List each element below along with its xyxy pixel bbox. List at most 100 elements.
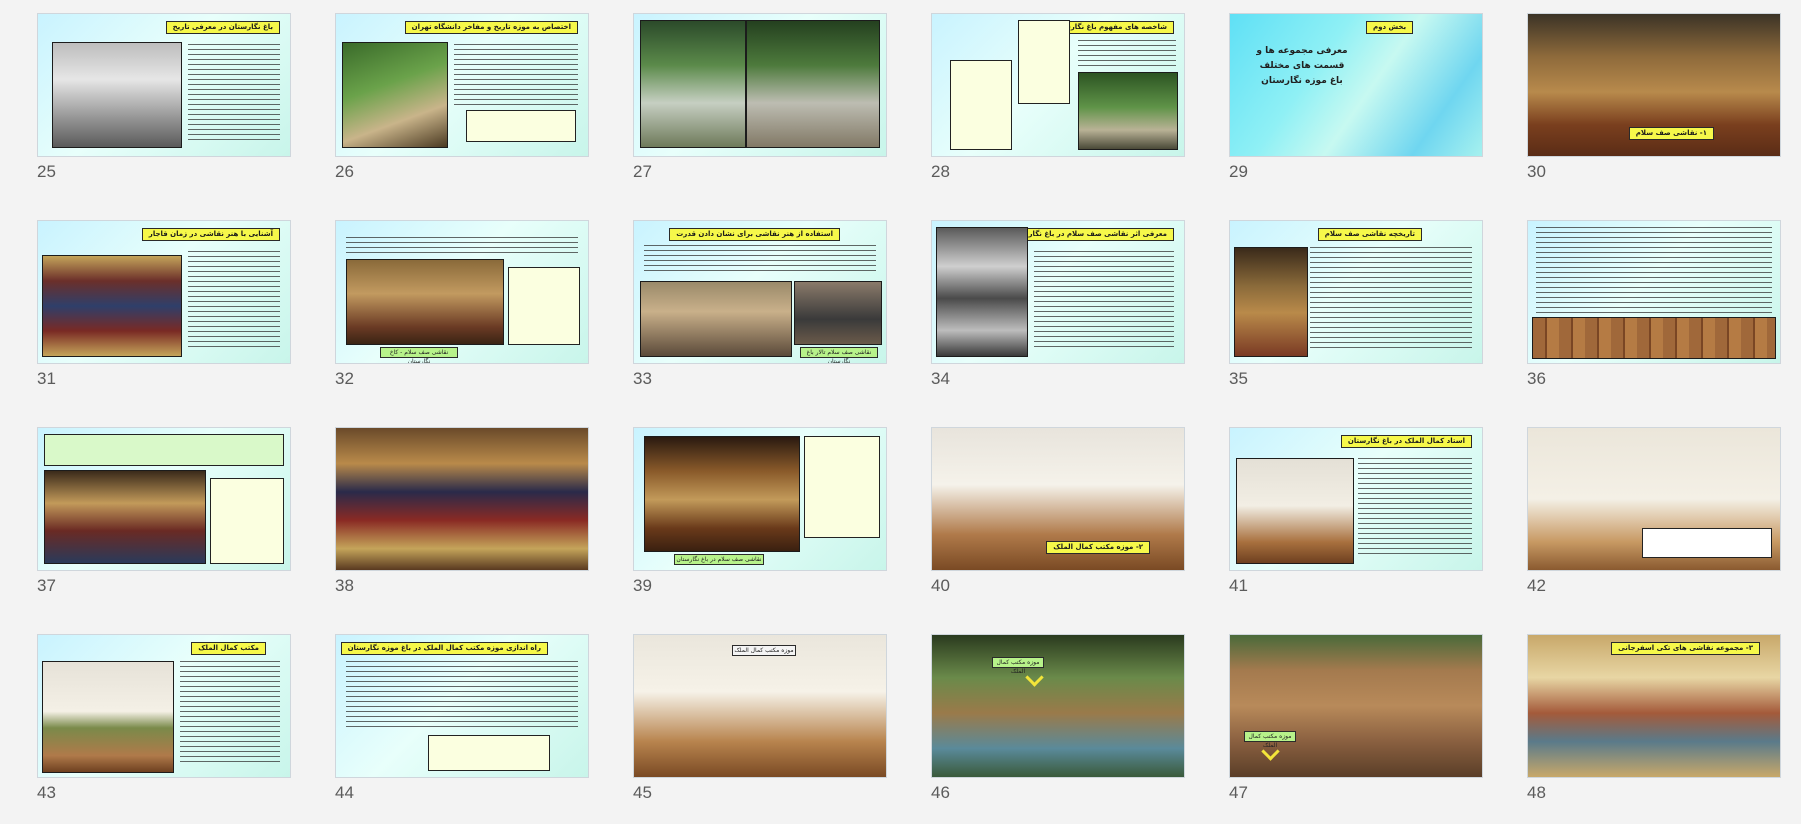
fountain-photo (746, 20, 880, 148)
image-caption: نقاشی صف سلام - کاخ نگارستان (380, 347, 458, 363)
slide-text (1358, 458, 1472, 558)
section-badge: ۱- نقاشی صف سلام (1628, 127, 1714, 140)
slide-41[interactable]: استاد کمال الملک در باغ نگارستان 41 (1229, 427, 1483, 617)
slide-title: راه اندازی موزه مکتب کمال الملک در باغ م… (340, 642, 548, 655)
gallery-photo (42, 661, 174, 773)
slide-title: ۳- مجموعه نقاشی های تکی اسفرجانی (1611, 642, 1760, 655)
slide-number: 43 (37, 783, 56, 802)
slide-title: آشنایی با هنر نقاشی در زمان قاجار (141, 228, 280, 241)
hall-photo (644, 436, 800, 552)
slide-thumbnail[interactable]: مکتب کمال الملک (37, 634, 291, 778)
slide-44[interactable]: راه اندازی موزه مکتب کمال الملک در باغ م… (335, 634, 589, 824)
slide-29[interactable]: بخش دوم معرفی مجموعه ها و قسمت های مختلف… (1229, 13, 1483, 203)
slide-text (1310, 247, 1472, 351)
slide-33[interactable]: استفاده از هنر نقاشی برای نشان دادن قدرت… (633, 220, 887, 410)
section-badge: ۲- موزه مکتب کمال الملک (1046, 541, 1150, 554)
slide-32[interactable]: نقاشی صف سلام - کاخ نگارستان 32 (335, 220, 589, 410)
slide-number: 42 (1527, 576, 1546, 595)
slide-thumbnail[interactable] (1527, 220, 1781, 364)
slide-48[interactable]: ۳- مجموعه نقاشی های تکی اسفرجانی 48 (1527, 634, 1781, 824)
painting-photo (42, 255, 182, 357)
slide-thumbnail[interactable]: موزه مکتب کمال الملک (633, 634, 887, 778)
slide-thumbnail[interactable]: ۳- مجموعه نقاشی های تکی اسفرجانی (1527, 634, 1781, 778)
hall-photo (1234, 247, 1308, 357)
slide-title: معرفی اثر نقاشی صف سلام در باغ نگارستان (1003, 228, 1174, 241)
slide-27[interactable]: 27 (633, 13, 887, 203)
slide-thumbnail[interactable]: ۲- موزه مکتب کمال الملک (931, 427, 1185, 571)
slide-number: 47 (1229, 783, 1248, 802)
slide-number: 40 (931, 576, 950, 595)
note-box (44, 434, 284, 466)
garden-photo (1078, 72, 1178, 150)
painting-photo (640, 281, 792, 357)
museum-label: موزه مکتب کمال الملک (732, 645, 796, 656)
painting-photo (44, 470, 206, 564)
slide-number: 38 (335, 576, 354, 595)
slide-thumbnail[interactable]: راه اندازی موزه مکتب کمال الملک در باغ م… (335, 634, 589, 778)
slide-thumbnail[interactable]: اختصاص به موزه تاریخ و مفاخر دانشگاه تهر… (335, 13, 589, 157)
slide-number: 33 (633, 369, 652, 388)
slide-number: 44 (335, 783, 354, 802)
portrait-photo (794, 281, 882, 345)
slide-number: 26 (335, 162, 354, 181)
slide-35[interactable]: تاریخچه نقاشی صف سلام 35 (1229, 220, 1483, 410)
slide-thumbnail[interactable]: تاریخچه نقاشی صف سلام (1229, 220, 1483, 364)
slide-number: 39 (633, 576, 652, 595)
slide-number: 31 (37, 369, 56, 388)
slide-46[interactable]: موزه مکتب کمال الملک 46 (931, 634, 1185, 824)
slide-thumbnail[interactable] (37, 427, 291, 571)
slide-text (454, 44, 578, 106)
slide-42[interactable]: 42 (1527, 427, 1781, 617)
slide-36[interactable]: 36 (1527, 220, 1781, 410)
gallery-photo (1236, 458, 1354, 564)
slide-thumbnail[interactable]: موزه مکتب کمال الملک (1229, 634, 1483, 778)
note-box (804, 436, 880, 538)
slide-thumbnail[interactable]: معرفی اثر نقاشی صف سلام در باغ نگارستان (931, 220, 1185, 364)
slide-31[interactable]: آشنایی با هنر نقاشی در زمان قاجار 31 (37, 220, 291, 410)
slide-thumbnail[interactable]: نقاشی صف سلام در باغ نگارستان (633, 427, 887, 571)
slide-title: تاریخچه نقاشی صف سلام (1317, 228, 1422, 241)
slide-28[interactable]: شاخصه های مفهوم باغ نگارستان 28 (931, 13, 1185, 203)
slide-text (180, 661, 280, 765)
slide-25[interactable]: باغ نگارستان در معرفی تاریخ 25 (37, 13, 291, 203)
slide-thumbnail[interactable] (633, 13, 887, 157)
slide-text (644, 245, 876, 275)
slide-number: 46 (931, 783, 950, 802)
slide-title: استفاده از هنر نقاشی برای نشان دادن قدرت (669, 228, 840, 241)
painting-photo (346, 259, 504, 345)
note-box (210, 478, 284, 564)
slide-thumbnail[interactable]: ۱- نقاشی صف سلام (1527, 13, 1781, 157)
slide-37[interactable]: 37 (37, 427, 291, 617)
slide-thumbnail[interactable]: بخش دوم معرفی مجموعه ها و قسمت های مختلف… (1229, 13, 1483, 157)
slide-39[interactable]: نقاشی صف سلام در باغ نگارستان 39 (633, 427, 887, 617)
note-box (508, 267, 580, 345)
slide-34[interactable]: معرفی اثر نقاشی صف سلام در باغ نگارستان … (931, 220, 1185, 410)
slide-number: 27 (633, 162, 652, 181)
slide-thumbnail[interactable]: موزه مکتب کمال الملک (931, 634, 1185, 778)
slide-number: 35 (1229, 369, 1248, 388)
slide-thumbnail[interactable]: آشنایی با هنر نقاشی در زمان قاجار (37, 220, 291, 364)
slide-title: استاد کمال الملک در باغ نگارستان (1340, 435, 1472, 448)
slide-text (188, 44, 280, 144)
slide-43[interactable]: مکتب کمال الملک 43 (37, 634, 291, 824)
slide-thumbnail[interactable]: باغ نگارستان در معرفی تاریخ (37, 13, 291, 157)
slide-number: 48 (1527, 783, 1546, 802)
slide-thumbnail[interactable]: نقاشی صف سلام - کاخ نگارستان (335, 220, 589, 364)
slide-thumbnail[interactable]: شاخصه های مفهوم باغ نگارستان (931, 13, 1185, 157)
slide-title: باغ نگارستان در معرفی تاریخ (165, 21, 280, 34)
checklist-box (1018, 20, 1070, 104)
note-box (466, 110, 576, 142)
slide-40[interactable]: ۲- موزه مکتب کمال الملک 40 (931, 427, 1185, 617)
slide-number: 28 (931, 162, 950, 181)
slide-26[interactable]: اختصاص به موزه تاریخ و مفاخر دانشگاه تهر… (335, 13, 589, 203)
slide-text (1034, 251, 1174, 349)
slide-30[interactable]: ۱- نقاشی صف سلام 30 (1527, 13, 1781, 203)
slide-thumbnail[interactable] (1527, 427, 1781, 571)
slide-thumbnail[interactable]: استاد کمال الملک در باغ نگارستان (1229, 427, 1483, 571)
image-caption: نقاشی صف سلام تالار باغ نگارستان (800, 347, 878, 363)
slide-thumbnail[interactable] (335, 427, 589, 571)
slide-47[interactable]: موزه مکتب کمال الملک 47 (1229, 634, 1483, 824)
slide-38[interactable]: 38 (335, 427, 589, 617)
slide-thumbnail[interactable]: استفاده از هنر نقاشی برای نشان دادن قدرت… (633, 220, 887, 364)
slide-45[interactable]: موزه مکتب کمال الملک 45 (633, 634, 887, 824)
